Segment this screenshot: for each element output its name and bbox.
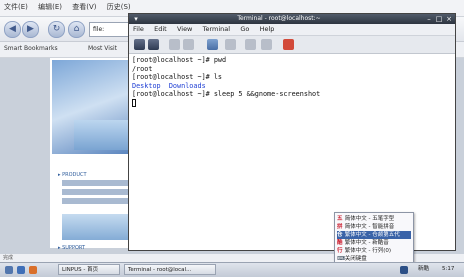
page-link-bar[interactable] (62, 189, 128, 195)
tray-clock[interactable]: 5:17 (442, 265, 454, 274)
ime-item-wubi[interactable]: 五 简体中文 - 五笔字型 (337, 215, 411, 223)
terminal-line: /root (132, 64, 153, 73)
ls-entry-desktop: Desktop (132, 81, 161, 90)
wubi-icon: 五 (337, 216, 343, 222)
terminal-menu-go[interactable]: Go (240, 25, 249, 33)
ime-item-label: 繁体中文 - 行列(0) (344, 248, 392, 254)
pinyin-icon: 拼 (337, 224, 343, 230)
page-promo-image (62, 214, 128, 240)
cangjie-icon: 仓 (337, 232, 343, 238)
task-browser[interactable]: LINPUS - 首页 (58, 264, 120, 275)
ime-item-label: 繁体中文 - 新酷音 (344, 240, 389, 246)
terminal-menu-view[interactable]: View (177, 25, 192, 33)
chewing-icon: 酷 (337, 240, 343, 246)
forward-icon[interactable]: ▶ (22, 21, 39, 38)
page-photo (74, 120, 128, 150)
terminal-menu-file[interactable]: File (133, 25, 144, 33)
fullscreen-icon[interactable] (207, 39, 218, 50)
maximize-icon[interactable]: □ (435, 15, 443, 23)
paste-icon[interactable] (183, 39, 194, 50)
terminal-title: Terminal - root@localhost:~ (237, 15, 321, 22)
task-terminal[interactable]: Terminal - root@local... (124, 264, 216, 275)
new-tab-icon[interactable] (134, 39, 145, 50)
browser-menu-history[interactable]: 历史(S) (107, 2, 131, 12)
new-window-icon[interactable] (148, 39, 159, 50)
ime-item-label: 简体中文 - 五笔字型 (344, 216, 395, 222)
ime-item-array[interactable]: 行 繁体中文 - 行列(0) (337, 247, 411, 255)
page-link-bar[interactable] (62, 198, 128, 204)
back-icon[interactable]: ◀ (4, 21, 21, 38)
terminal-titlebar[interactable]: Terminal - root@localhost:~ ▾ – □ × (129, 14, 455, 24)
ls-entry-downloads: Downloads (168, 81, 206, 90)
terminal-cursor (132, 98, 136, 107)
close-icon[interactable]: × (445, 15, 453, 23)
home-icon[interactable]: ⌂ (68, 21, 85, 38)
reload-icon[interactable]: ↻ (48, 21, 65, 38)
browser-menu-view[interactable]: 查看(V) (72, 2, 96, 12)
minimize-icon[interactable]: – (425, 15, 433, 23)
bookmark-most-visited[interactable]: Most Visit (88, 45, 117, 52)
ime-item-label: 简体中文 - 智能拼音 (344, 224, 395, 230)
tray-ime-indicator[interactable]: 新酷 (418, 265, 429, 274)
firefox-icon[interactable] (29, 266, 37, 274)
ime-item-label: 繁体中文 - 仓颉第五代 (344, 232, 400, 238)
page-section-heading[interactable]: ▸ SUPPORT (58, 245, 85, 251)
desktop-icon[interactable] (17, 266, 25, 274)
terminal-toolbar (129, 36, 455, 54)
browser-menu-edit[interactable]: 编辑(E) (38, 2, 62, 12)
terminal-menu-terminal[interactable]: Terminal (203, 25, 230, 33)
page-link-bar[interactable] (62, 180, 128, 186)
start-menu-icon[interactable] (5, 266, 13, 274)
next-tab-icon[interactable] (261, 39, 272, 50)
terminal-menu-edit[interactable]: Edit (154, 25, 167, 33)
copy-icon[interactable] (169, 39, 180, 50)
close-tab-icon[interactable] (283, 39, 294, 50)
taskbar: LINPUS - 首页 Terminal - root@local... 新酷 … (0, 262, 464, 277)
page-section-heading[interactable]: ▸ PRODUCT (58, 172, 87, 178)
tray-network-icon[interactable] (400, 266, 408, 274)
terminal-menubar: File Edit View Terminal Go Help (129, 24, 455, 36)
url-bar[interactable]: file: (89, 22, 132, 37)
previous-tab-icon[interactable] (245, 39, 256, 50)
array-icon: 行 (337, 248, 343, 254)
browser-menu-file[interactable]: 文件(E) (4, 2, 28, 12)
window-menu-icon[interactable]: ▾ (132, 15, 140, 23)
terminal-line: [root@localhost ~]# pwd (132, 56, 227, 64)
preferences-icon[interactable] (225, 39, 236, 50)
bookmark-smart[interactable]: Smart Bookmarks (4, 45, 58, 52)
input-method-menu: 五 简体中文 - 五笔字型 拼 简体中文 - 智能拼音 仓 繁体中文 - 仓颉第… (334, 212, 414, 264)
ime-item-chewing[interactable]: 酷 繁体中文 - 新酷音 (337, 239, 411, 247)
terminal-menu-help[interactable]: Help (260, 25, 275, 33)
terminal-line: [root@localhost ~]# ls (132, 73, 223, 81)
terminal-line: [root@localhost ~]# sleep 5 &&gnome-scre… (132, 90, 321, 98)
ime-item-cangjie[interactable]: 仓 繁体中文 - 仓颉第五代 (337, 231, 411, 239)
ime-item-pinyin[interactable]: 拼 简体中文 - 智能拼音 (337, 223, 411, 231)
